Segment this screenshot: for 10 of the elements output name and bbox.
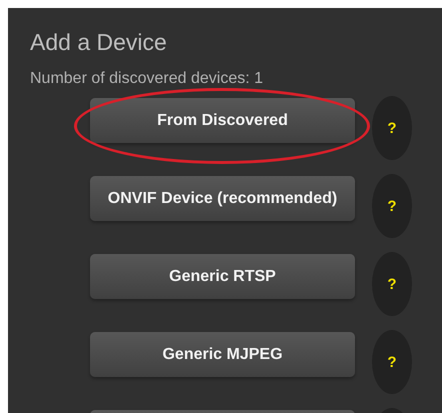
device-type-button[interactable]: From Discovered [90,98,355,143]
help-button[interactable]: ? [372,252,412,316]
help-button[interactable]: ? [372,330,412,394]
device-type-button[interactable]: ONVIF Device (recommended) [90,176,355,221]
device-type-button[interactable]: Generic MJPEG [90,332,355,377]
device-type-button[interactable]: Generic RTSP [90,254,355,299]
dialog-title: Add a Device [29,28,168,56]
discovered-count-text: Number of discovered devices: 1 [29,69,264,89]
help-button[interactable]: ? [372,96,412,160]
help-button[interactable]: ? [372,174,412,238]
